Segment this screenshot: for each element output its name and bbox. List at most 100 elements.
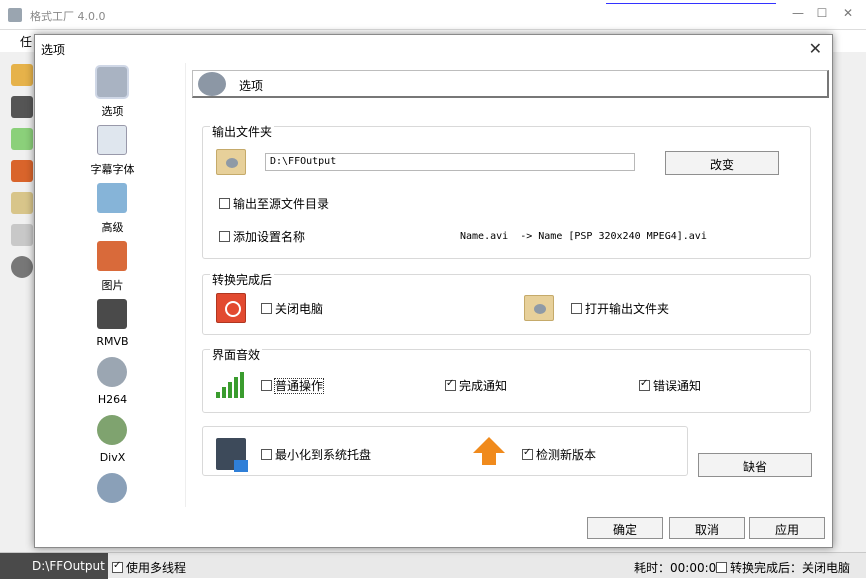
nav-item-picture[interactable]: 图片 [39,237,185,295]
output-to-source-checkbox[interactable] [219,198,230,209]
add-setting-name-option[interactable]: 添加设置名称 [219,228,305,245]
done-notify-label: 完成通知 [459,379,508,393]
film-reel-icon [97,415,127,445]
film-reel-icon [97,357,127,387]
nav-item-subtitle-font[interactable]: 字幕字体 [39,121,185,179]
after-convert-group: 转换完成后 关闭电脑 打开输出文件夹 [202,271,811,335]
shutdown-option[interactable]: 关闭电脑 [261,300,323,317]
add-setting-name-checkbox[interactable] [219,231,230,242]
document-icon[interactable] [11,192,33,214]
output-path-status[interactable]: D:\FFOutput [0,553,108,579]
change-button[interactable]: 改变 [665,151,779,175]
after-convert-option[interactable]: 转换完成后：关闭电脑 [716,559,850,576]
check-update-checkbox[interactable] [522,447,533,460]
status-path-text: D:\FFOutput [32,559,105,573]
minimize-tray-checkbox[interactable] [261,449,272,460]
after-convert-title: 转换完成后 [210,271,275,288]
normal-operation-checkbox[interactable] [261,380,272,391]
nav-item-advanced[interactable]: 高级 [39,179,185,237]
output-folder-title: 输出文件夹 [210,123,275,140]
system-tray-icon [216,438,248,472]
paint-icon [97,241,127,271]
close-window-button[interactable]: ✕ [838,6,858,24]
after-convert-checkbox[interactable] [716,562,727,573]
disc-icon[interactable] [11,224,33,246]
nav-item-more[interactable] [39,469,185,507]
default-button[interactable]: 缺省 [698,453,812,477]
maximize-button[interactable]: ☐ [812,6,832,24]
options-dialog: 选项 ✕ 选项 字幕字体 高级 图片 RMVB H264 DivX 选项 输出文… [34,34,833,548]
folder-icon[interactable] [11,64,33,86]
nav-label: 高级 [101,221,124,234]
add-setting-name-label: 添加设置名称 [233,230,306,244]
nav-item-h264[interactable]: H264 [39,353,185,411]
header-title: 选项 [239,79,264,93]
options-icon [198,72,226,96]
apply-button[interactable]: 应用 [749,517,825,539]
shutdown-label: 关闭电脑 [275,302,324,316]
output-to-source-label: 输出至源文件目录 [233,197,330,211]
nav-label: DivX [99,451,126,464]
multithread-checkbox[interactable] [112,560,123,573]
background-sidebar [8,60,36,540]
update-arrow-stem [482,453,496,465]
background-links[interactable] [606,0,776,4]
app-icon [8,8,22,22]
check-update-option[interactable]: 检测新版本 [522,446,596,463]
normal-operation-label: 普通操作 [273,378,325,394]
error-notify-option[interactable]: 错误通知 [639,377,701,394]
output-to-source-option[interactable]: 输出至源文件目录 [219,195,329,212]
check-update-label: 检测新版本 [536,448,597,462]
dialog-close-button[interactable]: ✕ [809,39,822,58]
misc-group: 最小化到系统托盘 检测新版本 [202,426,688,476]
background-titlebar: 格式工厂 4.0.0 — ☐ ✕ [0,0,866,30]
nav-label: 字幕字体 [90,163,135,176]
options-icon [97,67,127,97]
volume-bars-icon [216,370,246,398]
nav-label: RMVB [96,335,129,348]
normal-operation-option[interactable]: 普通操作 [261,377,325,394]
open-folder-checkbox[interactable] [571,303,582,314]
picture-icon[interactable] [11,160,33,182]
multithread-label: 使用多线程 [126,561,187,575]
menu-task[interactable]: 任 [20,33,32,50]
open-folder-option[interactable]: 打开输出文件夹 [571,300,669,317]
error-notify-checkbox[interactable] [639,378,650,391]
nav-item-options[interactable]: 选项 [39,63,185,121]
minimize-tray-option[interactable]: 最小化到系统托盘 [261,446,371,463]
shutdown-checkbox[interactable] [261,303,272,314]
nav-label: 图片 [101,279,124,292]
film-reel-icon [97,473,127,503]
done-notify-checkbox[interactable] [445,378,456,391]
music-icon[interactable] [11,128,33,150]
nav-item-divx[interactable]: DivX [39,411,185,469]
sound-group: 界面音效 普通操作 完成通知 错误通知 [202,346,811,413]
after-convert-label: 转换完成后：关闭电脑 [730,561,851,575]
nav-item-rmvb[interactable]: RMVB [39,295,185,353]
folder-icon[interactable] [216,149,246,175]
options-header: 选项 [192,70,829,98]
minimize-tray-label: 最小化到系统托盘 [275,448,372,462]
video-clip-icon [97,299,127,329]
power-icon [216,293,246,323]
status-bar: D:\FFOutput 使用多线程 耗时：00:00:00 转换完成后：关闭电脑 [0,552,866,579]
folder-icon [524,295,554,321]
options-nav: 选项 字幕字体 高级 图片 RMVB H264 DivX [39,63,186,507]
output-path-input[interactable]: D:\FFOutput [265,153,635,171]
minimize-button[interactable]: — [788,6,808,24]
open-folder-label: 打开输出文件夹 [585,302,670,316]
sound-title: 界面音效 [210,346,263,363]
video-icon[interactable] [11,96,33,118]
image-icon [97,183,127,213]
done-notify-option[interactable]: 完成通知 [445,377,507,394]
app-title: 格式工厂 4.0.0 [30,10,106,23]
cancel-button[interactable]: 取消 [669,517,745,539]
elapsed-time: 耗时：00:00:00 [634,561,724,575]
nav-label: H264 [97,393,128,406]
tools-icon[interactable] [11,256,33,278]
dialog-title: 选项 [41,43,66,57]
multithread-option[interactable]: 使用多线程 [112,559,186,576]
output-folder-group: 输出文件夹 D:\FFOutput 改变 输出至源文件目录 添加设置名称 Nam… [202,123,811,259]
ok-button[interactable]: 确定 [587,517,663,539]
update-arrow-icon [473,437,505,453]
